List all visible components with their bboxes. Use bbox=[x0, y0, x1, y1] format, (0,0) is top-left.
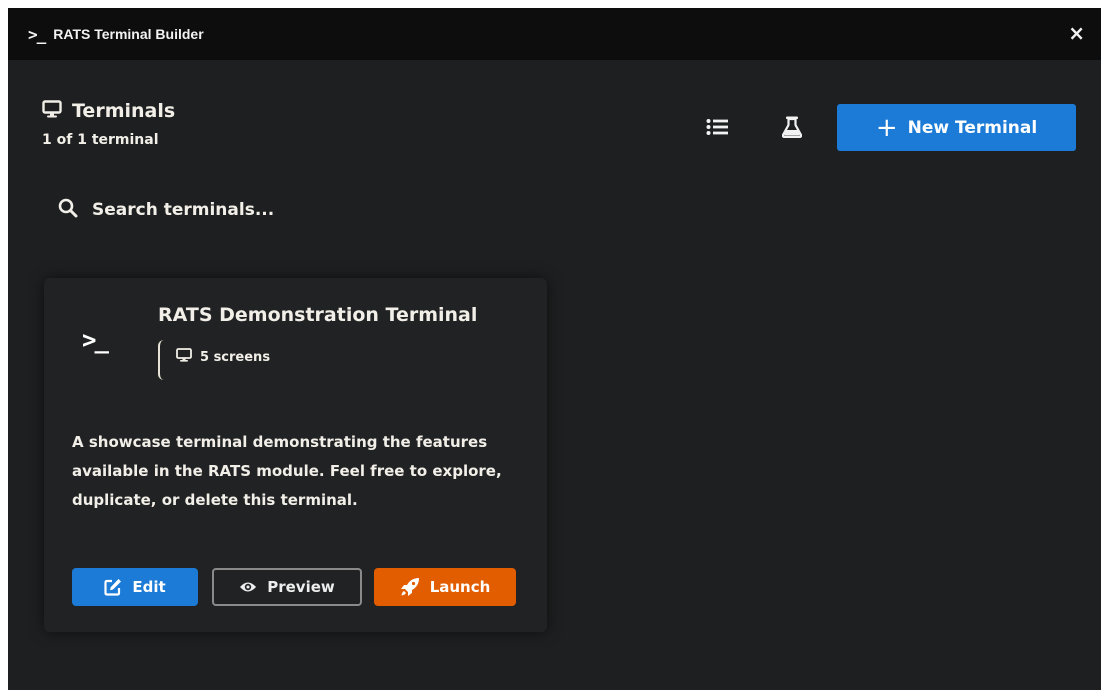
page-header: Terminals 1 of 1 terminal bbox=[42, 100, 175, 148]
terminal-card: >_ RATS Demonstration Terminal 5 screens… bbox=[44, 278, 547, 632]
new-terminal-button[interactable]: + New Terminal bbox=[837, 104, 1076, 151]
flask-icon[interactable] bbox=[781, 116, 803, 142]
terminal-name: RATS Demonstration Terminal bbox=[158, 304, 478, 326]
close-icon[interactable]: × bbox=[1068, 23, 1085, 43]
preview-label: Preview bbox=[267, 578, 335, 596]
plus-icon: + bbox=[875, 112, 898, 143]
page-title: Terminals bbox=[72, 100, 176, 122]
title-bar: >_ RATS Terminal Builder × bbox=[8, 8, 1101, 60]
edit-icon bbox=[104, 578, 122, 596]
screen-count-label: 5 screens bbox=[200, 349, 271, 365]
launch-label: Launch bbox=[429, 578, 491, 596]
terminal-prompt-icon: >_ bbox=[28, 24, 46, 44]
edit-label: Edit bbox=[132, 578, 166, 596]
meta-divider bbox=[158, 340, 165, 380]
screen-count: 5 screens bbox=[176, 348, 270, 366]
edit-button[interactable]: Edit bbox=[72, 568, 198, 606]
preview-button[interactable]: Preview bbox=[212, 568, 362, 606]
list-icon[interactable] bbox=[706, 118, 728, 140]
monitor-icon bbox=[42, 100, 62, 122]
search-bar bbox=[58, 198, 392, 222]
launch-button[interactable]: Launch bbox=[374, 568, 516, 606]
app-window: >_ RATS Terminal Builder × Terminals 1 o… bbox=[8, 8, 1101, 690]
rocket-icon bbox=[400, 577, 420, 597]
window-title: RATS Terminal Builder bbox=[53, 26, 204, 42]
search-input[interactable] bbox=[92, 200, 392, 220]
terminal-description: A showcase terminal demonstrating the fe… bbox=[72, 433, 502, 509]
terminal-prompt-icon: >_ bbox=[82, 326, 109, 354]
monitor-icon bbox=[176, 348, 192, 366]
eye-icon bbox=[239, 580, 257, 594]
terminal-count: 1 of 1 terminal bbox=[42, 132, 159, 148]
new-terminal-label: New Terminal bbox=[907, 117, 1038, 138]
search-icon bbox=[58, 198, 78, 222]
